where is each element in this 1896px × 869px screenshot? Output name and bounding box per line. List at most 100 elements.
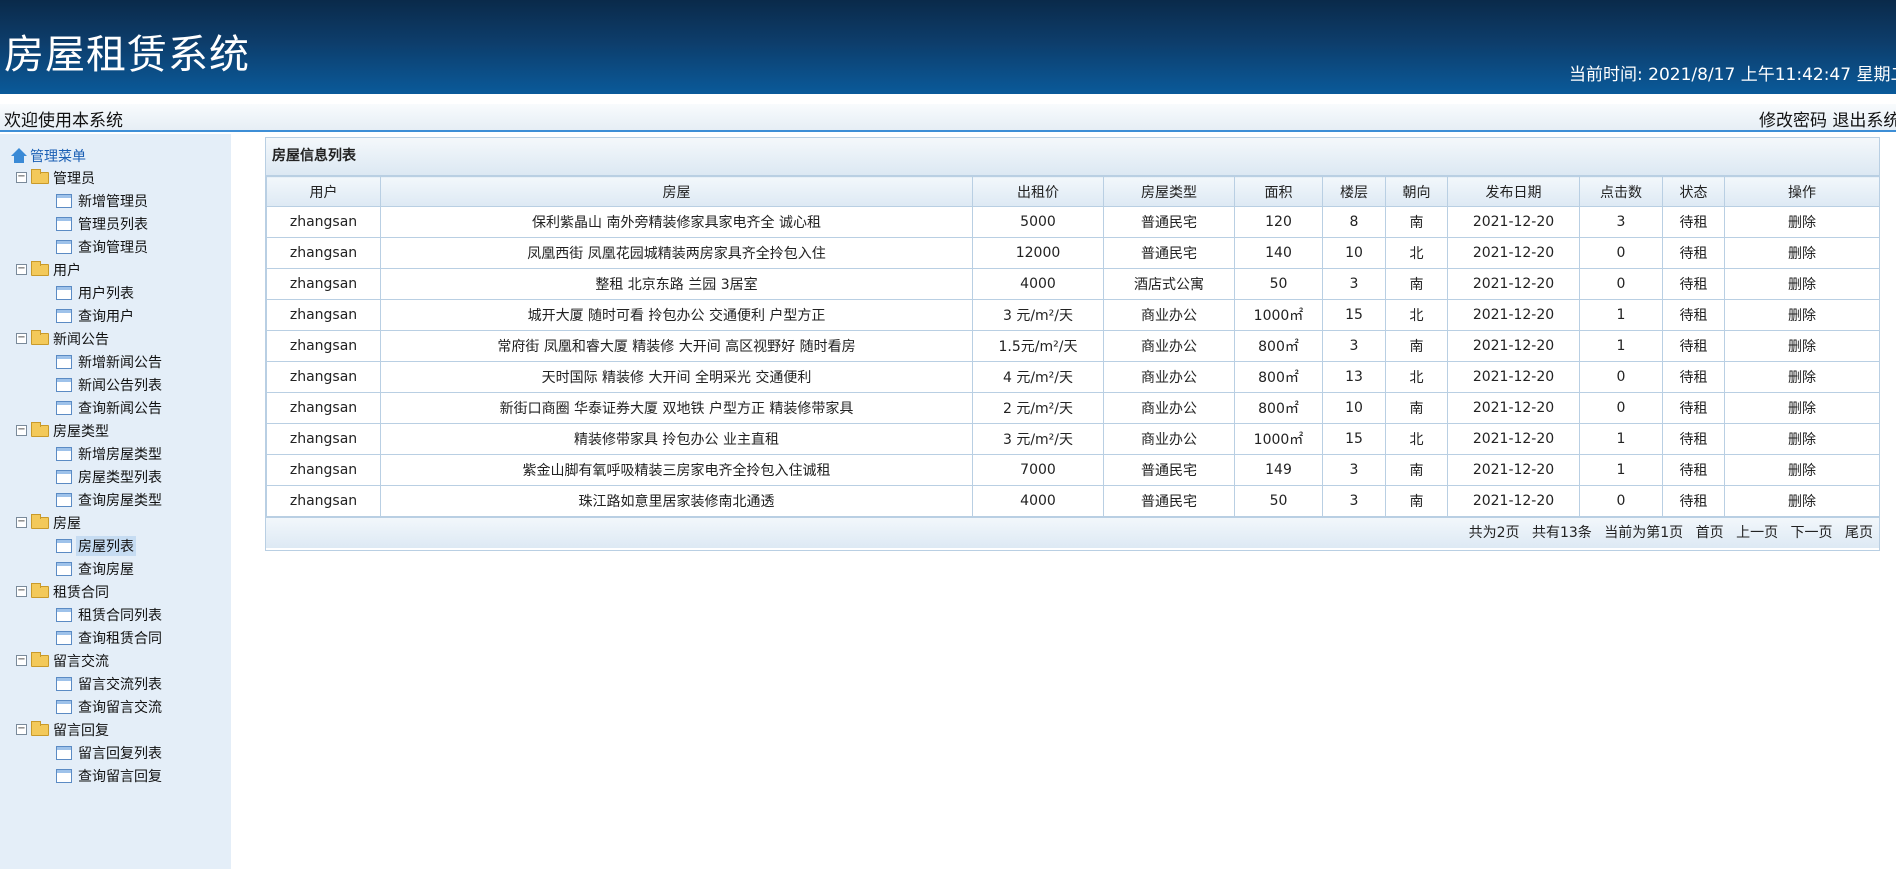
collapse-icon[interactable]: − bbox=[16, 333, 27, 344]
menu-item[interactable]: 查询房屋类型 bbox=[10, 488, 164, 511]
menu-item[interactable]: 查询租赁合同 bbox=[10, 626, 164, 649]
menu-item[interactable]: 查询留言交流 bbox=[10, 695, 164, 718]
collapse-icon[interactable]: − bbox=[16, 264, 27, 275]
menu-group[interactable]: − 房屋类型 bbox=[10, 419, 164, 442]
menu-item[interactable]: 查询用户 bbox=[10, 304, 164, 327]
menu-group-label: 留言回复 bbox=[53, 722, 109, 739]
table-cell: 15 bbox=[1322, 299, 1386, 331]
collapse-icon[interactable]: − bbox=[16, 425, 27, 436]
folder-icon bbox=[31, 260, 49, 276]
menu-item[interactable]: 新增新闻公告 bbox=[10, 350, 164, 373]
logout-link[interactable]: 退出系统 bbox=[1832, 111, 1896, 130]
delete-link[interactable]: 删除 bbox=[1724, 206, 1880, 238]
page-icon bbox=[56, 354, 72, 369]
table-cell: 保利紫晶山 南外旁精装修家具家电齐全 诚心租 bbox=[380, 206, 973, 238]
menu-item[interactable]: 用户列表 bbox=[10, 281, 164, 304]
menu-group-label: 新闻公告 bbox=[53, 331, 109, 348]
home-icon bbox=[10, 148, 28, 164]
table-cell: 南 bbox=[1385, 268, 1448, 300]
collapse-icon[interactable]: − bbox=[16, 172, 27, 183]
delete-link[interactable]: 删除 bbox=[1724, 361, 1880, 393]
menu-item[interactable]: 租赁合同列表 bbox=[10, 603, 164, 626]
menu-group[interactable]: − 留言交流 bbox=[10, 649, 164, 672]
delete-link[interactable]: 删除 bbox=[1724, 392, 1880, 424]
delete-link[interactable]: 删除 bbox=[1724, 268, 1880, 300]
page-icon bbox=[56, 630, 72, 645]
house-table: 用户 房屋 出租价 房屋类型 面积 楼层 朝向 发布日期 点击数 状态 操作 zhangsan 保利紫… bbox=[266, 176, 1880, 517]
table-cell: 待租 bbox=[1662, 392, 1725, 424]
pager-total-pages: 共为2页 bbox=[1468, 525, 1520, 541]
menu-item[interactable]: 留言交流列表 bbox=[10, 672, 164, 695]
column-header: 用户 bbox=[266, 176, 381, 207]
table-cell: 2021-12-20 bbox=[1447, 268, 1580, 300]
user-links: 修改密码 退出系统 bbox=[1759, 106, 1896, 130]
page-icon bbox=[56, 676, 72, 691]
table-cell: 149 bbox=[1234, 454, 1323, 486]
table-cell: 常府街 凤凰和睿大厦 精装修 大开间 高区视野好 随时看房 bbox=[380, 330, 973, 362]
column-header: 面积 bbox=[1234, 176, 1323, 207]
menu-item[interactable]: 新增房屋类型 bbox=[10, 442, 164, 465]
table-cell: 紫金山脚有氧呼吸精装三房家电齐全拎包入住诚租 bbox=[380, 454, 973, 486]
table-cell: zhangsan bbox=[266, 454, 381, 486]
menu-group[interactable]: − 用户 bbox=[10, 258, 164, 281]
table-cell: 待租 bbox=[1662, 361, 1725, 393]
menu-item[interactable]: 查询管理员 bbox=[10, 235, 164, 258]
table-cell: 待租 bbox=[1662, 454, 1725, 486]
menu-item[interactable]: 查询留言回复 bbox=[10, 764, 164, 787]
page-icon bbox=[56, 193, 72, 208]
menu-item[interactable]: 留言回复列表 bbox=[10, 741, 164, 764]
table-cell: 3 bbox=[1579, 206, 1663, 238]
menu-item[interactable]: 房屋类型列表 bbox=[10, 465, 164, 488]
change-password-link[interactable]: 修改密码 bbox=[1759, 111, 1827, 130]
page-icon bbox=[56, 285, 72, 300]
menu-item[interactable]: 新闻公告列表 bbox=[10, 373, 164, 396]
folder-icon bbox=[31, 582, 49, 598]
menu-group[interactable]: − 留言回复 bbox=[10, 718, 164, 741]
pager-prev-link[interactable]: 上一页 bbox=[1736, 525, 1778, 541]
menu-item[interactable]: 新增管理员 bbox=[10, 189, 164, 212]
table-cell: 待租 bbox=[1662, 299, 1725, 331]
menu-item[interactable]: 房屋列表 bbox=[10, 534, 164, 557]
collapse-icon[interactable]: − bbox=[16, 517, 27, 528]
column-header: 楼层 bbox=[1322, 176, 1386, 207]
table-cell: 新街口商圈 华泰证券大厦 双地铁 户型方正 精装修带家具 bbox=[380, 392, 973, 424]
menu-group[interactable]: − 租赁合同 bbox=[10, 580, 164, 603]
page-icon bbox=[56, 561, 72, 576]
delete-link[interactable]: 删除 bbox=[1724, 299, 1880, 331]
menu-group[interactable]: − 新闻公告 bbox=[10, 327, 164, 350]
menu-item[interactable]: 查询新闻公告 bbox=[10, 396, 164, 419]
table-cell: 2 元/m²/天 bbox=[972, 392, 1104, 424]
menu-group[interactable]: − 房屋 bbox=[10, 511, 164, 534]
delete-link[interactable]: 删除 bbox=[1724, 454, 1880, 486]
menu-item[interactable]: 查询房屋 bbox=[10, 557, 164, 580]
pager: 共为2页 共有13条 当前为第1页 首页 上一页 下一页 尾页 bbox=[266, 517, 1879, 548]
delete-link[interactable]: 删除 bbox=[1724, 237, 1880, 269]
table-cell: 5000 bbox=[972, 206, 1104, 238]
menu-item-label: 查询留言回复 bbox=[78, 768, 162, 785]
page-icon bbox=[56, 768, 72, 783]
column-header: 点击数 bbox=[1579, 176, 1663, 207]
menu-group[interactable]: − 管理员 bbox=[10, 166, 164, 189]
column-header: 房屋 bbox=[380, 176, 973, 207]
pager-next-link[interactable]: 下一页 bbox=[1791, 525, 1833, 541]
delete-link[interactable]: 删除 bbox=[1724, 423, 1880, 455]
table-cell: 待租 bbox=[1662, 485, 1725, 517]
table-cell: 城开大厦 随时可看 拎包办公 交通便利 户型方正 bbox=[380, 299, 973, 331]
menu-item-label: 租赁合同列表 bbox=[78, 607, 162, 624]
table-cell: 800㎡ bbox=[1234, 330, 1323, 362]
table-cell: 800㎡ bbox=[1234, 392, 1323, 424]
collapse-icon[interactable]: − bbox=[16, 724, 27, 735]
menu-root[interactable]: 管理菜单 bbox=[10, 146, 164, 166]
collapse-icon[interactable]: − bbox=[16, 586, 27, 597]
collapse-icon[interactable]: − bbox=[16, 655, 27, 666]
menu-item[interactable]: 管理员列表 bbox=[10, 212, 164, 235]
table-cell: 南 bbox=[1385, 392, 1448, 424]
delete-link[interactable]: 删除 bbox=[1724, 330, 1880, 362]
pager-first-link[interactable]: 首页 bbox=[1696, 525, 1724, 541]
table-cell: 800㎡ bbox=[1234, 361, 1323, 393]
table-cell: 凤凰西街 凤凰花园城精装两房家具齐全拎包入住 bbox=[380, 237, 973, 269]
pager-last-link[interactable]: 尾页 bbox=[1845, 525, 1873, 541]
table-cell: 商业办公 bbox=[1103, 330, 1235, 362]
table-cell: zhangsan bbox=[266, 392, 381, 424]
delete-link[interactable]: 删除 bbox=[1724, 485, 1880, 517]
